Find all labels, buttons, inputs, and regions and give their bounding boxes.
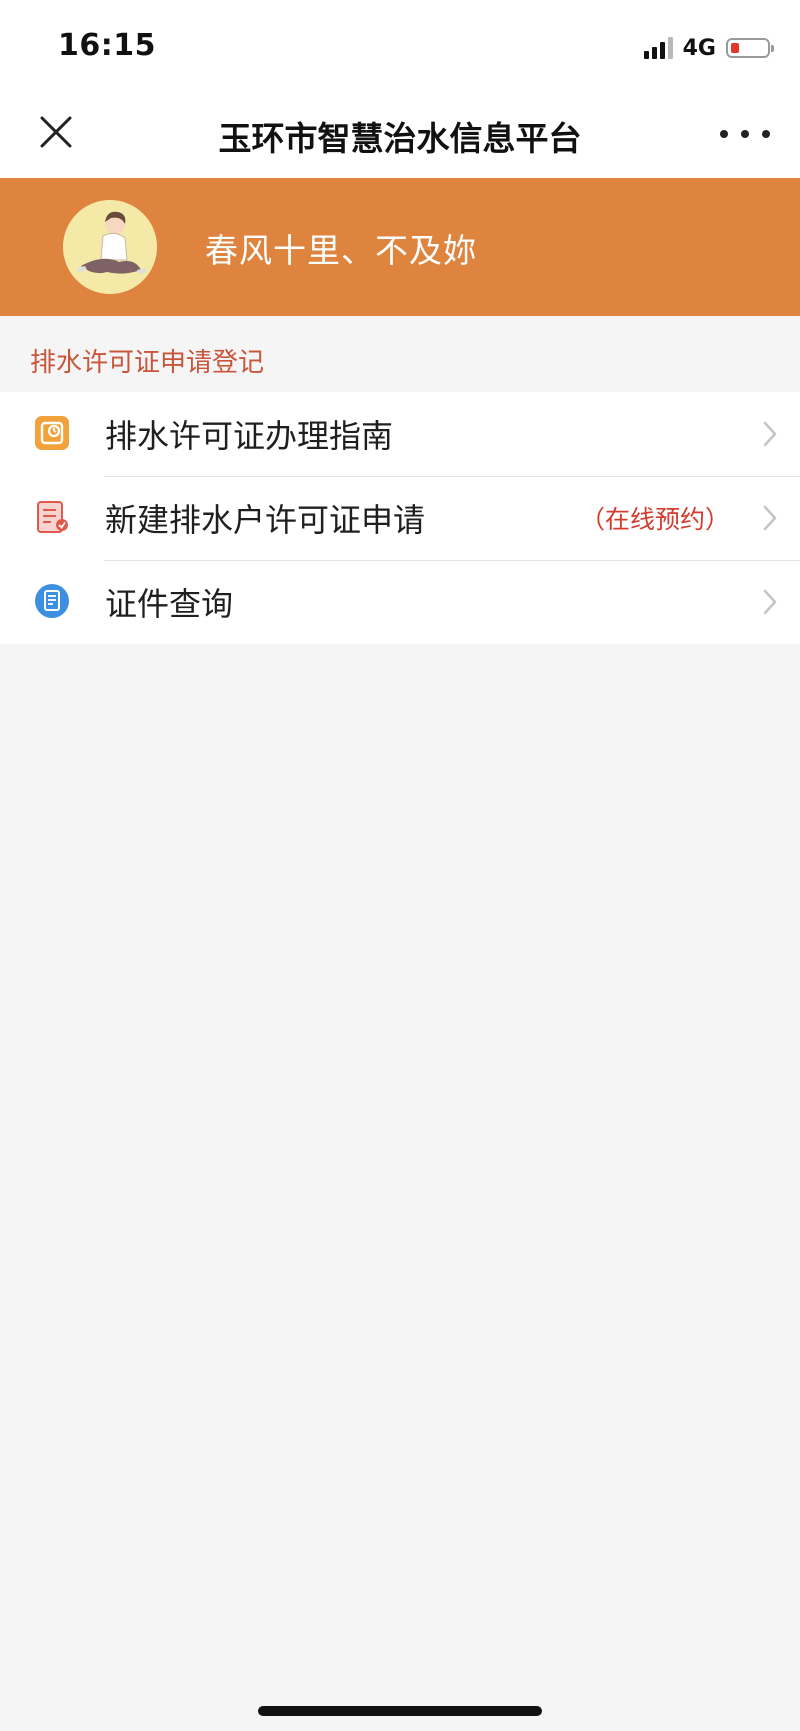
profile-banner: 春风十里、不及妳 xyxy=(0,178,800,316)
chevron-right-icon xyxy=(763,505,777,531)
menu-item-label: 排水许可证办理指南 xyxy=(105,417,394,455)
close-button[interactable] xyxy=(36,112,76,152)
more-icon xyxy=(720,130,728,138)
home-indicator[interactable] xyxy=(258,1706,542,1716)
section-title: 排水许可证申请登记 xyxy=(30,348,265,378)
menu-item-new-application[interactable]: 新建排水户许可证申请 （在线预约） xyxy=(0,476,800,560)
network-label: 4G xyxy=(682,35,716,61)
menu-item-certificate-query[interactable]: 证件查询 xyxy=(0,560,800,644)
nav-bar: 玉环市智慧治水信息平台 xyxy=(0,90,800,178)
avatar[interactable] xyxy=(63,200,157,294)
status-bar: 16:15 4G xyxy=(0,0,800,90)
user-name: 春风十里、不及妳 xyxy=(205,231,477,270)
menu-item-label: 证件查询 xyxy=(105,585,234,623)
status-time: 16:15 xyxy=(58,28,156,63)
chevron-right-icon xyxy=(763,421,777,447)
application-icon xyxy=(37,501,68,533)
signal-icon xyxy=(643,37,673,59)
more-button[interactable] xyxy=(720,120,770,148)
battery-icon xyxy=(726,38,774,58)
menu-list: 排水许可证办理指南 新建排水户许可证申请 （在线预约） 证件查询 xyxy=(0,392,800,644)
menu-item-label: 新建排水户许可证申请 xyxy=(105,501,426,539)
close-icon xyxy=(40,116,72,148)
menu-item-guide[interactable]: 排水许可证办理指南 xyxy=(0,392,800,476)
status-indicators: 4G xyxy=(643,35,774,61)
online-reservation-tag: （在线预约） xyxy=(579,505,730,534)
document-search-icon xyxy=(35,584,69,618)
guide-icon xyxy=(35,416,69,450)
chevron-right-icon xyxy=(763,589,777,615)
avatar-illustration-icon xyxy=(63,200,157,294)
page-title: 玉环市智慧治水信息平台 xyxy=(218,119,582,158)
